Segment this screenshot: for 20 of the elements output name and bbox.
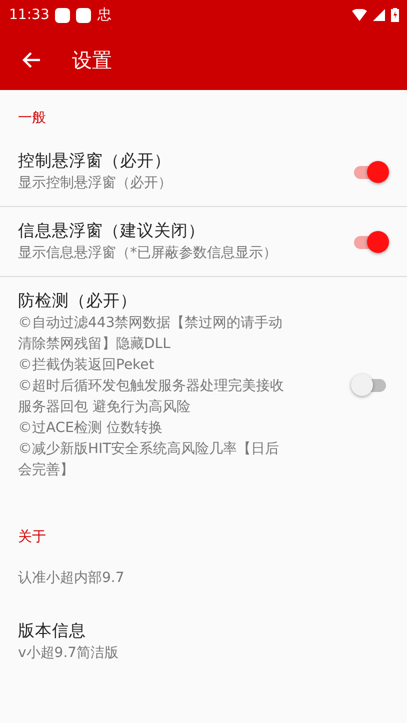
setting-title: 版本信息 bbox=[18, 620, 87, 642]
wifi-icon bbox=[352, 9, 367, 21]
setting-title: 信息悬浮窗（建议关闭） bbox=[18, 220, 206, 242]
setting-title: 防检测（必开） bbox=[18, 290, 138, 312]
notification-icon bbox=[55, 8, 70, 22]
notification-icon: 忠 bbox=[97, 6, 112, 24]
setting-summary: v小超9.7简洁版 bbox=[18, 644, 120, 663]
setting-summary: 显示信息悬浮窗（*已屏蔽参数信息显示） bbox=[18, 244, 278, 263]
setting-summary: ©自动过滤443禁网数据【禁过网的请手动清除禁网残留】隐藏DLL ©拦截伪装返回Peket ©超时后循环发包触发服务器处理完美接收服务器回包 避免行为高风险 ©过ACE检测 位数转换 ©减少新版HIT安全系统高风险几率【日后会完善】 bbox=[18, 314, 285, 480]
battery-icon bbox=[391, 8, 399, 22]
signal-icon bbox=[373, 9, 385, 21]
section-header: 关于 bbox=[17, 528, 47, 547]
screen-title: 设置 bbox=[72, 46, 112, 74]
setting-summary: 显示控制悬浮窗（必开） bbox=[18, 174, 173, 193]
notification-icon bbox=[76, 8, 92, 22]
setting-title: 控制悬浮窗（必开） bbox=[18, 150, 172, 172]
status-time: 11:33 bbox=[9, 7, 50, 23]
section-header: 一般 bbox=[17, 109, 47, 128]
setting-summary: 认准小超内部9.7 bbox=[18, 569, 126, 588]
back-icon[interactable] bbox=[22, 50, 42, 70]
